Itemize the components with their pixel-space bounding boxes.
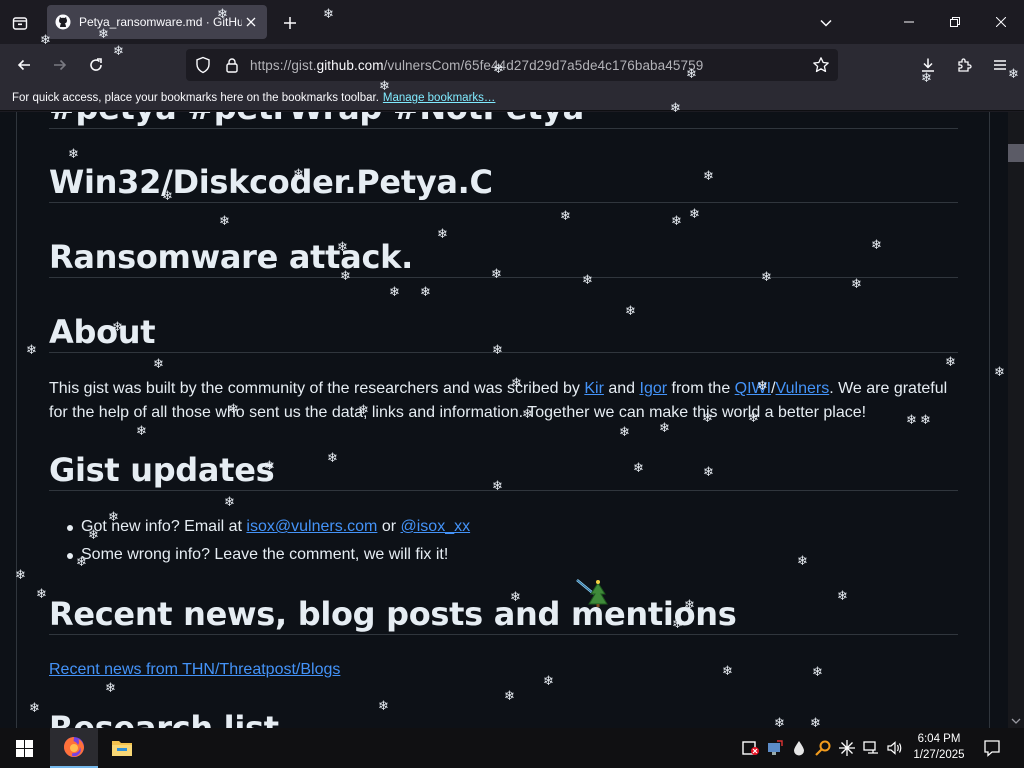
restore-button[interactable]	[932, 0, 978, 44]
puzzle-icon	[958, 58, 972, 72]
tab-overflow-button[interactable]	[812, 9, 840, 37]
network-icon[interactable]	[861, 738, 881, 758]
github-icon	[55, 14, 71, 30]
scroll-down-arrow-icon[interactable]	[1011, 716, 1021, 726]
page-scrollbar[interactable]	[1008, 112, 1024, 728]
action-center-button[interactable]	[980, 736, 1004, 760]
minimize-button[interactable]	[886, 0, 932, 44]
reload-button[interactable]	[81, 50, 111, 80]
key-icon[interactable]	[813, 738, 833, 758]
bookmark-star-icon[interactable]	[812, 56, 830, 74]
tab-petya-gist[interactable]: Petya_ransomware.md · GitHub	[47, 5, 267, 39]
notification-icon	[984, 740, 1000, 757]
news-paragraph: Recent news from THN/Threatpost/Blogs	[49, 658, 340, 682]
restore-icon	[950, 17, 960, 27]
extensions-button[interactable]	[949, 50, 979, 80]
heading-diskcoder: Win32/Diskcoder.Petya.C	[49, 162, 958, 203]
arrow-right-icon	[54, 59, 67, 71]
close-icon[interactable]	[244, 14, 259, 30]
back-button[interactable]	[9, 50, 39, 80]
list-all-tabs-button[interactable]	[6, 9, 34, 37]
window-close-button[interactable]	[978, 0, 1024, 44]
list-item: Some wrong info? Leave the comment, we w…	[49, 543, 470, 571]
email-link[interactable]: isox@vulners.com	[246, 518, 377, 535]
volume-icon[interactable]	[885, 738, 905, 758]
heading-recent-news: Recent news, blog posts and mentions	[49, 594, 958, 635]
link-qiwi[interactable]: QIWI	[735, 380, 771, 397]
about-paragraph: This gist was built by the community of …	[49, 380, 948, 421]
heading-about: About	[49, 312, 958, 353]
updates-list: Got new info? Email at isox@vulners.com …	[49, 515, 470, 571]
heading-gist-updates: Gist updates	[49, 450, 958, 491]
bookmarks-toolbar: For quick access, place your bookmarks h…	[0, 86, 1024, 111]
taskbar-firefox[interactable]	[50, 728, 98, 768]
new-tab-button[interactable]	[276, 9, 304, 37]
taskbar-file-explorer[interactable]	[98, 728, 146, 768]
tab-title: Petya_ransomware.md · GitHub	[79, 15, 242, 29]
windows-taskbar: 6:04 PM 1/27/2025	[0, 728, 1024, 768]
heading-hashtags: #petya #petrWrap #NotPetya	[49, 112, 958, 129]
file-explorer-icon	[112, 741, 132, 756]
arrow-left-icon	[17, 59, 30, 71]
clock-date: 1/27/2025	[913, 749, 965, 761]
plus-icon	[284, 17, 296, 29]
christmas-tree-cursor-icon	[576, 579, 608, 607]
minimize-icon	[904, 21, 914, 23]
navigation-toolbar: https://gist.github.com/vulnersCom/65fe4…	[0, 44, 1024, 86]
manage-bookmarks-link[interactable]: Manage bookmarks…	[383, 92, 496, 104]
tab-list-icon	[12, 17, 28, 30]
bookmarks-message: For quick access, place your bookmarks h…	[12, 92, 379, 104]
download-icon	[922, 58, 934, 72]
forward-button[interactable]	[45, 50, 75, 80]
twitter-handle-link[interactable]: @isox_xx	[401, 518, 471, 535]
link-igor[interactable]: Igor	[640, 380, 668, 397]
app-menu-button[interactable]	[985, 50, 1015, 80]
url-bar[interactable]: https://gist.github.com/vulnersCom/65fe4…	[186, 49, 838, 81]
chevron-down-icon	[820, 19, 832, 27]
clock-time: 6:04 PM	[917, 733, 961, 745]
reload-icon	[90, 58, 102, 71]
lock-icon[interactable]	[224, 57, 240, 73]
network-share-icon[interactable]	[765, 738, 785, 758]
start-button[interactable]	[0, 728, 48, 768]
list-item: Got new info? Email at isox@vulners.com …	[49, 515, 470, 543]
sparkle-icon[interactable]	[837, 738, 857, 758]
link-vulners[interactable]: Vulners	[776, 380, 830, 397]
hamburger-menu-icon	[994, 60, 1006, 70]
shield-x-icon[interactable]	[741, 738, 761, 758]
link-kir[interactable]: Kir	[584, 380, 604, 397]
url-text[interactable]: https://gist.github.com/vulnersCom/65fe4…	[250, 58, 703, 73]
close-icon	[996, 17, 1006, 27]
recent-news-link[interactable]: Recent news from THN/Threatpost/Blogs	[49, 661, 340, 678]
downloads-button[interactable]	[913, 50, 943, 80]
tracking-shield-icon[interactable]	[194, 56, 212, 74]
water-drop-icon[interactable]	[789, 738, 809, 758]
heading-ransomware-attack: Ransomware attack.	[49, 237, 958, 278]
page-viewport: #petya #petrWrap #NotPetya Win32/Diskcod…	[0, 112, 1008, 728]
heading-research-list: Research list	[49, 709, 279, 728]
scrollbar-thumb[interactable]	[1008, 144, 1024, 162]
firefox-icon	[64, 737, 84, 757]
windows-logo-icon	[15, 739, 33, 757]
tab-strip: Petya_ransomware.md · GitHub	[0, 0, 1024, 44]
system-clock[interactable]: 6:04 PM 1/27/2025	[906, 731, 972, 763]
